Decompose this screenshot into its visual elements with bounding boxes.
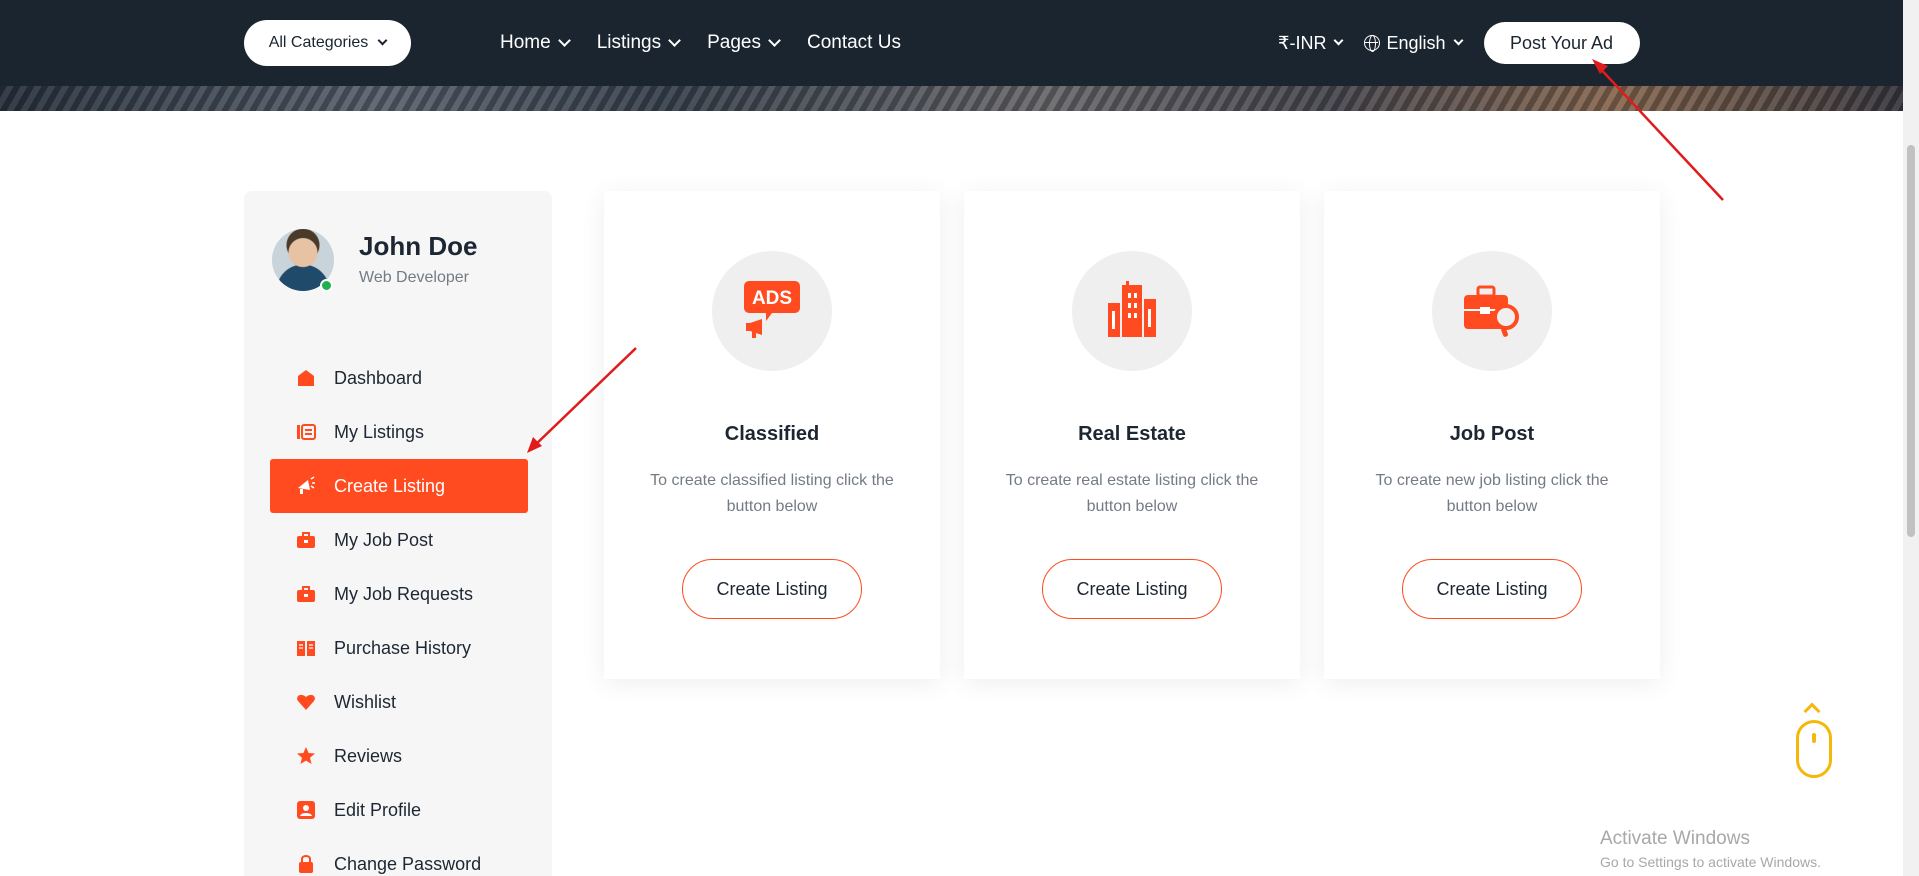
online-status-icon [320,279,333,292]
heart-icon [296,692,316,712]
listings-icon [296,422,316,442]
sidebar-item-label: Create Listing [334,475,446,496]
hero-banner-strip [0,86,1903,111]
activate-windows-hint: Go to Settings to activate Windows. [1600,854,1821,870]
currency-selector[interactable]: ₹-INR [1278,32,1344,54]
chevron-down-icon [1453,35,1463,46]
chevron-down-icon [1334,35,1344,46]
chevron-down-icon [557,34,571,47]
book-icon [296,638,316,658]
dashboard-icon [296,368,316,388]
create-job-listing-button[interactable]: Create Listing [1402,559,1582,619]
sidebar-item-purchase-history[interactable]: Purchase History [270,621,528,675]
card-title: Real Estate [1078,423,1186,445]
sidebar-item-label: My Listings [334,421,425,442]
create-real-estate-listing-button[interactable]: Create Listing [1042,559,1222,619]
classified-card: ADS Classified To create classified list… [604,191,940,679]
sidebar-item-my-listings[interactable]: My Listings [270,405,528,459]
sidebar-item-create-listing[interactable]: Create Listing [270,459,528,513]
sidebar-item-label: Dashboard [334,367,423,388]
scrollbar-thumb[interactable] [1907,145,1915,537]
real-estate-card: Real Estate To create real estate listin… [964,191,1300,679]
all-categories-label: All Categories [268,34,369,51]
sidebar-item-wishlist[interactable]: Wishlist [270,675,528,729]
briefcase-search-icon [1462,279,1522,344]
language-selector[interactable]: English [1364,32,1463,54]
chevron-down-icon [668,34,681,47]
sidebar-item-label: Change Password [334,853,482,874]
user-card-icon [296,800,316,820]
currency-label: ₹-INR [1278,32,1327,53]
chevron-up-icon [1803,702,1821,720]
sidebar-item-edit-profile[interactable]: Edit Profile [270,783,528,837]
card-title: Job Post [1449,423,1535,445]
sidebar-item-label: Reviews [334,745,403,766]
all-categories-button[interactable]: All Categories [244,20,411,66]
megaphone-icon [296,476,316,496]
sidebar-item-label: My Job Post [334,529,434,550]
sidebar-menu: Dashboard My Listings Create Listing My … [270,351,528,876]
nav-home[interactable]: Home [500,32,571,54]
main-nav: Home Listings Pages Contact Us [500,0,901,86]
create-classified-listing-button[interactable]: Create Listing [682,559,862,619]
star-icon [296,746,316,766]
ads-icon: ADS [742,279,802,344]
briefcase-icon [296,584,316,604]
card-icon-wrap [1072,251,1192,371]
language-label: English [1386,32,1446,53]
sidebar-item-label: Wishlist [334,691,396,712]
nav-home-label: Home [500,32,551,53]
sidebar-item-label: Edit Profile [334,799,422,820]
sidebar-item-my-job-post[interactable]: My Job Post [270,513,528,567]
profile-name: John Doe [359,231,478,261]
globe-icon [1364,35,1381,52]
nav-pages[interactable]: Pages [707,32,781,54]
chevron-down-icon [377,35,388,46]
scroll-to-top-button[interactable] [1796,720,1832,778]
chevron-down-icon [768,34,781,47]
nav-listings[interactable]: Listings [596,32,681,54]
job-post-card: Job Post To create new job listing click… [1324,191,1660,679]
card-description: To create new job listing click the butt… [1375,472,1609,515]
activate-windows-title: Activate Windows [1600,828,1750,849]
nav-contact-us[interactable]: Contact Us [807,32,901,54]
windows-activation-watermark: Activate Windows Go to Settings to activ… [1600,828,1821,870]
post-your-ad-button[interactable]: Post Your Ad [1483,22,1640,64]
card-title: Classified [724,423,820,445]
sidebar-item-my-job-requests[interactable]: My Job Requests [270,567,528,621]
header-right: ₹-INR English Post Your Ad [1278,0,1640,86]
card-icon-wrap: ADS [712,251,832,371]
nav-listings-label: Listings [596,32,662,53]
briefcase-icon [296,530,316,550]
lock-icon [296,854,316,874]
sidebar-item-dashboard[interactable]: Dashboard [270,351,528,405]
sidebar-item-reviews[interactable]: Reviews [270,729,528,783]
building-icon [1102,279,1162,344]
svg-text:ADS: ADS [752,288,792,309]
card-description: To create real estate listing click the … [1005,472,1259,515]
sidebar-item-label: My Job Requests [334,583,474,604]
card-icon-wrap [1432,251,1552,371]
page-scrollbar[interactable] [1903,0,1919,876]
card-description: To create classified listing click the b… [650,472,894,515]
profile-role: Web Developer [359,269,469,286]
top-navbar: All Categories Home Listings Pages Conta… [0,0,1903,86]
sidebar-item-label: Purchase History [334,637,472,658]
sidebar-item-change-password[interactable]: Change Password [270,837,528,876]
dashboard-sidebar: John Doe Web Developer Dashboard My List… [244,191,552,876]
nav-contact-us-label: Contact Us [806,32,901,53]
nav-pages-label: Pages [707,32,761,53]
